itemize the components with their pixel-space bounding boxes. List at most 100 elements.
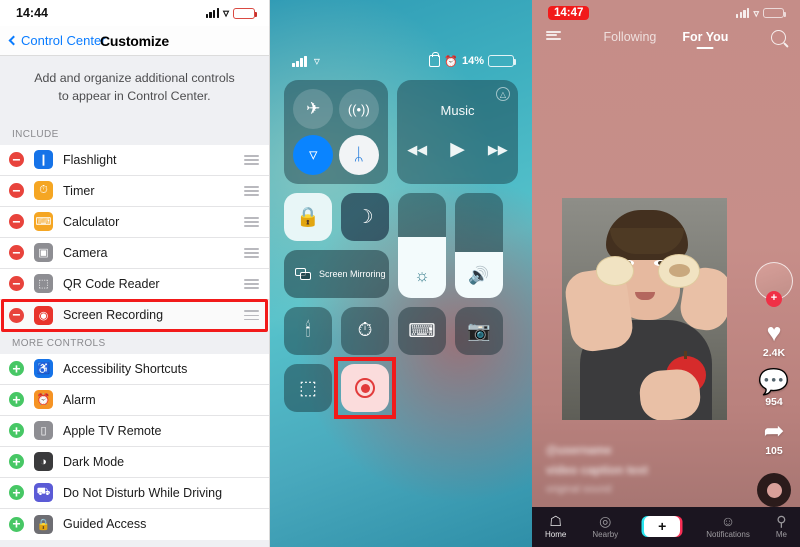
remove-button[interactable]: − <box>9 183 24 199</box>
comment-button[interactable]: 💬 954 <box>758 370 789 409</box>
video-content <box>562 198 727 420</box>
tiktok-status-bar: 14:47 ▿ <box>532 0 800 20</box>
tab-me-label: Me <box>775 529 787 539</box>
qr-code-tile[interactable]: ⬚ <box>284 364 332 412</box>
control-center-grid: ✈ ((•)) ▿ ᛦ △ Music ◀◀ ▶ ▶▶ 🔒 ☽ Screen M… <box>270 68 532 419</box>
list-item-screen-recording[interactable]: − ◉ Screen Recording <box>0 298 269 332</box>
play-button[interactable]: ▶ <box>450 138 465 161</box>
screenshot-stage: 14:44 ▿ Control Center Customize Add and… <box>0 0 800 547</box>
ios-settings-customize-panel: 14:44 ▿ Control Center Customize Add and… <box>0 0 270 547</box>
status-left: ▿ <box>292 54 320 68</box>
add-button[interactable]: + <box>9 454 24 470</box>
camera-tile[interactable]: 📷 <box>455 307 503 355</box>
cc-row-4: ⬚ <box>284 357 518 419</box>
status-right: ⏰ 14% <box>429 52 517 68</box>
battery-icon <box>763 7 786 19</box>
reorder-handle[interactable] <box>244 185 259 196</box>
music-tile[interactable]: △ Music ◀◀ ▶ ▶▶ <box>397 80 518 184</box>
like-button[interactable]: ♥ 2.4K <box>762 321 786 360</box>
add-button[interactable]: + <box>9 516 24 532</box>
flashlight-tile[interactable]: 🕯 <box>284 307 332 355</box>
remove-button[interactable]: − <box>9 152 24 168</box>
location-pin-icon: ◎ <box>599 512 612 529</box>
caption-username: @username <box>546 444 612 457</box>
list-item[interactable]: + ◑ Dark Mode <box>0 446 269 478</box>
list-item[interactable]: + ♿ Accessibility Shortcuts <box>0 353 269 385</box>
include-list: − ❙ Flashlight − ⏱ Timer − ⌨ Calculator <box>0 144 269 332</box>
connectivity-tile: ✈ ((•)) ▿ ᛦ <box>284 80 388 184</box>
section-header-more-controls: MORE CONTROLS <box>0 330 269 354</box>
tab-nearby[interactable]: ◎ Nearby <box>592 514 618 539</box>
tab-for-you[interactable]: For You <box>682 30 728 49</box>
timer-tile[interactable]: ⏱ <box>341 307 389 355</box>
remove-button[interactable]: − <box>9 276 24 292</box>
screen-mirroring-label: Screen Mirroring <box>319 268 386 279</box>
cellular-signal-icon <box>205 8 219 18</box>
list-item[interactable]: + ▯ Apple TV Remote <box>0 415 269 447</box>
share-button[interactable]: ➦ 105 <box>763 417 785 458</box>
battery-percentage: 14% <box>461 55 484 67</box>
previous-track-button[interactable]: ◀◀ <box>407 142 427 158</box>
list-item[interactable]: + ⛟ Do Not Disturb While Driving <box>0 477 269 509</box>
apple-tv-remote-icon: ▯ <box>34 421 53 441</box>
reorder-handle[interactable] <box>244 278 259 289</box>
orientation-lock-tile[interactable]: 🔒 <box>284 193 332 241</box>
list-item[interactable]: − ❙ Flashlight <box>0 144 269 176</box>
list-item[interactable]: + 🔒 Guided Access <box>0 508 269 540</box>
add-button[interactable]: + <box>9 423 24 439</box>
back-button[interactable]: Control Center <box>8 33 106 48</box>
remove-button[interactable]: − <box>9 245 24 261</box>
live-list-icon[interactable] <box>546 31 561 40</box>
list-item[interactable]: − ▣ Camera <box>0 237 269 269</box>
tab-notifications[interactable]: ☺ Notifications <box>706 514 750 539</box>
add-button[interactable]: + <box>9 485 24 501</box>
alarm-icon: ⏰ <box>444 55 458 68</box>
list-item-label: QR Code Reader <box>63 276 160 291</box>
create-video-icon[interactable]: + <box>644 515 681 537</box>
reorder-handle[interactable] <box>244 310 259 321</box>
list-item[interactable]: + ⏰ Alarm <box>0 384 269 416</box>
customize-description: Add and organize additional controls to … <box>0 56 269 122</box>
list-item[interactable]: − ⬚ QR Code Reader <box>0 268 269 300</box>
airplay-icon[interactable]: △ <box>496 87 510 101</box>
reorder-handle[interactable] <box>244 216 259 227</box>
list-item[interactable]: − ⏱ Timer <box>0 175 269 207</box>
status-bar: 14:44 ▿ <box>0 0 269 26</box>
follow-button[interactable]: + <box>766 291 782 307</box>
guided-access-icon: 🔒 <box>34 514 53 534</box>
share-icon: ➦ <box>763 417 785 445</box>
list-item-label: Screen Recording <box>63 308 164 323</box>
tab-home[interactable]: ☖ Home <box>545 514 566 539</box>
remove-button[interactable]: − <box>9 214 24 230</box>
tab-following[interactable]: Following <box>604 30 657 49</box>
list-item-label: Flashlight <box>63 152 117 167</box>
creator-avatar[interactable]: + <box>755 262 793 307</box>
calculator-tile[interactable]: ⌨ <box>398 307 446 355</box>
volume-slider[interactable]: 🔊 <box>455 193 503 298</box>
list-item[interactable]: − ⌨ Calculator <box>0 206 269 238</box>
next-track-button[interactable]: ▶▶ <box>488 142 508 158</box>
screen-recording-tile[interactable] <box>341 364 389 412</box>
tiktok-panel: 14:47 ▿ Following For You + ♥ 2.4K 💬 954… <box>532 0 800 547</box>
page-title: Customize <box>100 32 169 49</box>
airplane-mode-toggle[interactable]: ✈ <box>293 89 334 130</box>
list-item-label: Timer <box>63 183 95 198</box>
brightness-slider[interactable]: ☼ <box>398 193 446 298</box>
music-disc[interactable] <box>757 473 791 507</box>
search-icon[interactable] <box>771 30 786 45</box>
bluetooth-toggle[interactable]: ᛦ <box>338 134 379 175</box>
remove-button[interactable]: − <box>9 307 24 323</box>
like-count: 2.4K <box>762 347 786 359</box>
wifi-toggle[interactable]: ▿ <box>293 134 334 175</box>
tab-me[interactable]: ⚲ Me <box>776 514 787 539</box>
add-button[interactable]: + <box>9 392 24 408</box>
cellular-signal-icon <box>292 55 307 67</box>
reorder-handle[interactable] <box>244 247 259 258</box>
do-not-disturb-tile[interactable]: ☽ <box>341 193 389 241</box>
cellular-data-toggle[interactable]: ((•)) <box>338 89 379 130</box>
profile-icon: ⚲ <box>776 512 787 529</box>
screen-mirroring-tile[interactable]: Screen Mirroring <box>284 250 389 298</box>
reorder-handle[interactable] <box>244 154 259 165</box>
inbox-icon: ☺ <box>720 512 736 529</box>
add-button[interactable]: + <box>9 361 24 377</box>
